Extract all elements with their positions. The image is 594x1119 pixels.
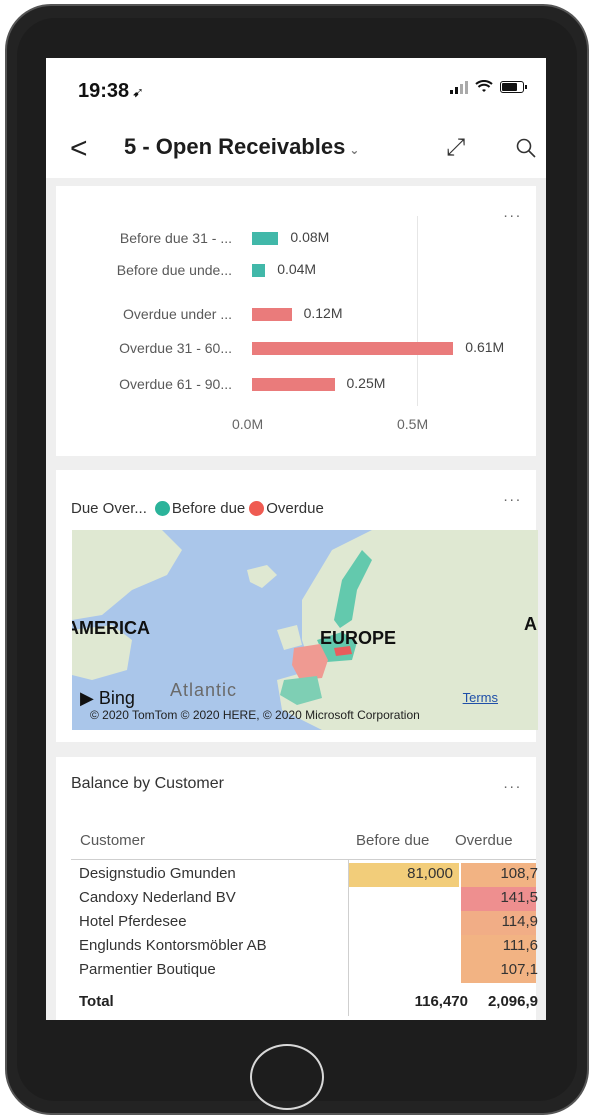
home-button[interactable]: [250, 1044, 324, 1110]
landmass: [277, 625, 302, 650]
back-button[interactable]: <: [70, 132, 88, 166]
bar-value-label: 0.25M: [346, 375, 386, 391]
table-row[interactable]: Designstudio Gmunden 81,000 108,7: [71, 863, 538, 887]
table-title: Balance by Customer: [71, 775, 224, 792]
bar[interactable]: [252, 264, 266, 277]
balance-table-visual[interactable]: ... Balance by Customer Customer Before …: [56, 757, 538, 1020]
bar-row[interactable]: Overdue under ... 0.12M: [56, 302, 536, 330]
bar[interactable]: [252, 232, 279, 245]
bar[interactable]: [252, 342, 454, 355]
landmass: [72, 530, 182, 620]
bar-category-label: Overdue under ...: [123, 306, 232, 322]
bar-value-label: 0.04M: [277, 261, 317, 277]
table-row[interactable]: Parmentier Boutique 107,1: [71, 959, 538, 983]
x-tick-label: 0.5M: [397, 416, 429, 432]
more-options-icon[interactable]: ...: [503, 204, 522, 221]
status-bar: 19:38 ➹: [46, 58, 546, 128]
terms-link[interactable]: Terms: [463, 690, 498, 705]
landmass: [277, 530, 538, 730]
bar-chart-visual[interactable]: ... Before due 31 - ... 0.08M Before due u…: [56, 186, 536, 456]
bar-category-label: Before due 31 - ...: [119, 230, 232, 246]
wifi-icon: [475, 80, 493, 92]
more-options-icon[interactable]: ...: [503, 775, 522, 792]
total-overdue: 2,096,9: [487, 993, 538, 1010]
battery-icon: [500, 81, 527, 93]
bing-label: Bing: [98, 688, 135, 708]
bar-value-label: 0.08M: [290, 229, 330, 245]
map-label-ocean: Atlantic: [170, 680, 238, 700]
total-label: Total: [79, 993, 114, 1010]
table-row[interactable]: Candoxy Nederland BV 141,5: [71, 887, 538, 911]
bar-row[interactable]: Overdue 31 - 60... 0.61M: [56, 336, 536, 364]
map-label-asia: A: [524, 614, 537, 634]
table-row[interactable]: Englunds Kontorsmöbler AB 111,6: [71, 935, 538, 959]
bar[interactable]: [252, 308, 292, 321]
bing-b-icon: ▶: [80, 688, 94, 708]
bar-row[interactable]: Overdue 61 - 90... 0.25M: [56, 372, 536, 400]
bar-value-label: 0.61M: [465, 339, 505, 355]
time-label: 19:38: [78, 80, 130, 102]
report-page-selector[interactable]: 5 - Open Receivables ⌄: [124, 134, 359, 160]
customer-name: Candoxy Nederland BV: [79, 889, 236, 906]
page-title: 5 - Open Receivables: [124, 134, 346, 159]
bar-row[interactable]: Before due unde... 0.04M: [56, 258, 536, 286]
bar-category-label: Before due unde...: [116, 262, 232, 278]
x-tick-label: 0.0M: [232, 416, 264, 432]
total-before-due: 116,470: [414, 993, 468, 1010]
customer-name: Designstudio Gmunden: [79, 865, 236, 882]
map-canvas[interactable]: AMERICA EUROPE A Atlantic ▶ Bing © 2020 …: [72, 530, 538, 730]
location-icon: ➹: [132, 84, 144, 100]
customer-name: Hotel Pferdesee: [79, 913, 187, 930]
region-overdue: [292, 644, 328, 680]
overdue-value: 107,1: [500, 961, 538, 978]
map-title: Due Over...: [71, 500, 147, 517]
status-icons: [450, 80, 527, 94]
legend-label-overdue: Overdue: [266, 500, 324, 517]
before-due-value: 81,000: [407, 865, 453, 882]
map-legend: Due Over... Before due Overdue: [71, 500, 324, 517]
legend-label-before-due: Before due: [171, 500, 246, 517]
title-bar: < 5 - Open Receivables ⌄ ⤢: [46, 128, 546, 178]
bar-value-label: 0.12M: [303, 305, 343, 321]
map-visual[interactable]: ... Due Over... Before due Overdue AMERI…: [56, 470, 538, 742]
overdue-value: 108,7: [500, 865, 538, 882]
overdue-value: 111,6: [502, 937, 538, 954]
signal-icon: [450, 80, 468, 94]
app-screen: 19:38 ➹ < 5 - Open Receivables ⌄ ⤢ ... B…: [46, 58, 546, 1020]
overdue-value: 141,5: [500, 889, 538, 906]
bar-category-label: Overdue 31 - 60...: [119, 340, 232, 356]
map-label-europe: EUROPE: [320, 628, 397, 648]
customer-name: Parmentier Boutique: [79, 961, 216, 978]
expand-icon[interactable]: ⤢: [446, 134, 465, 162]
bar-category-label: Overdue 61 - 90...: [119, 376, 232, 392]
status-time: 19:38 ➹: [78, 80, 144, 103]
search-icon[interactable]: [516, 138, 536, 158]
bing-logo: ▶ Bing: [80, 688, 135, 709]
chevron-down-icon: ⌄: [349, 143, 360, 157]
landmass: [247, 565, 277, 588]
map-copyright: © 2020 TomTom © 2020 HERE, © 2020 Micros…: [90, 708, 420, 722]
column-header-before-due[interactable]: Before due: [356, 832, 429, 849]
bar-row[interactable]: Before due 31 - ... 0.08M: [56, 226, 536, 254]
legend-dot-overdue: [249, 501, 265, 516]
overdue-value: 114,9: [501, 913, 538, 930]
column-header-overdue[interactable]: Overdue: [455, 832, 513, 849]
more-options-icon[interactable]: ...: [503, 488, 522, 505]
total-row: Total 116,470 2,096,9: [71, 991, 538, 1015]
table-row[interactable]: Hotel Pferdesee 114,9: [71, 911, 538, 935]
map-label-america: AMERICA: [72, 618, 150, 638]
header-divider: [71, 859, 536, 860]
customer-name: Englunds Kontorsmöbler AB: [79, 937, 267, 954]
column-header-customer[interactable]: Customer: [80, 832, 145, 849]
legend-dot-before-due: [154, 501, 170, 516]
bar[interactable]: [252, 378, 335, 391]
